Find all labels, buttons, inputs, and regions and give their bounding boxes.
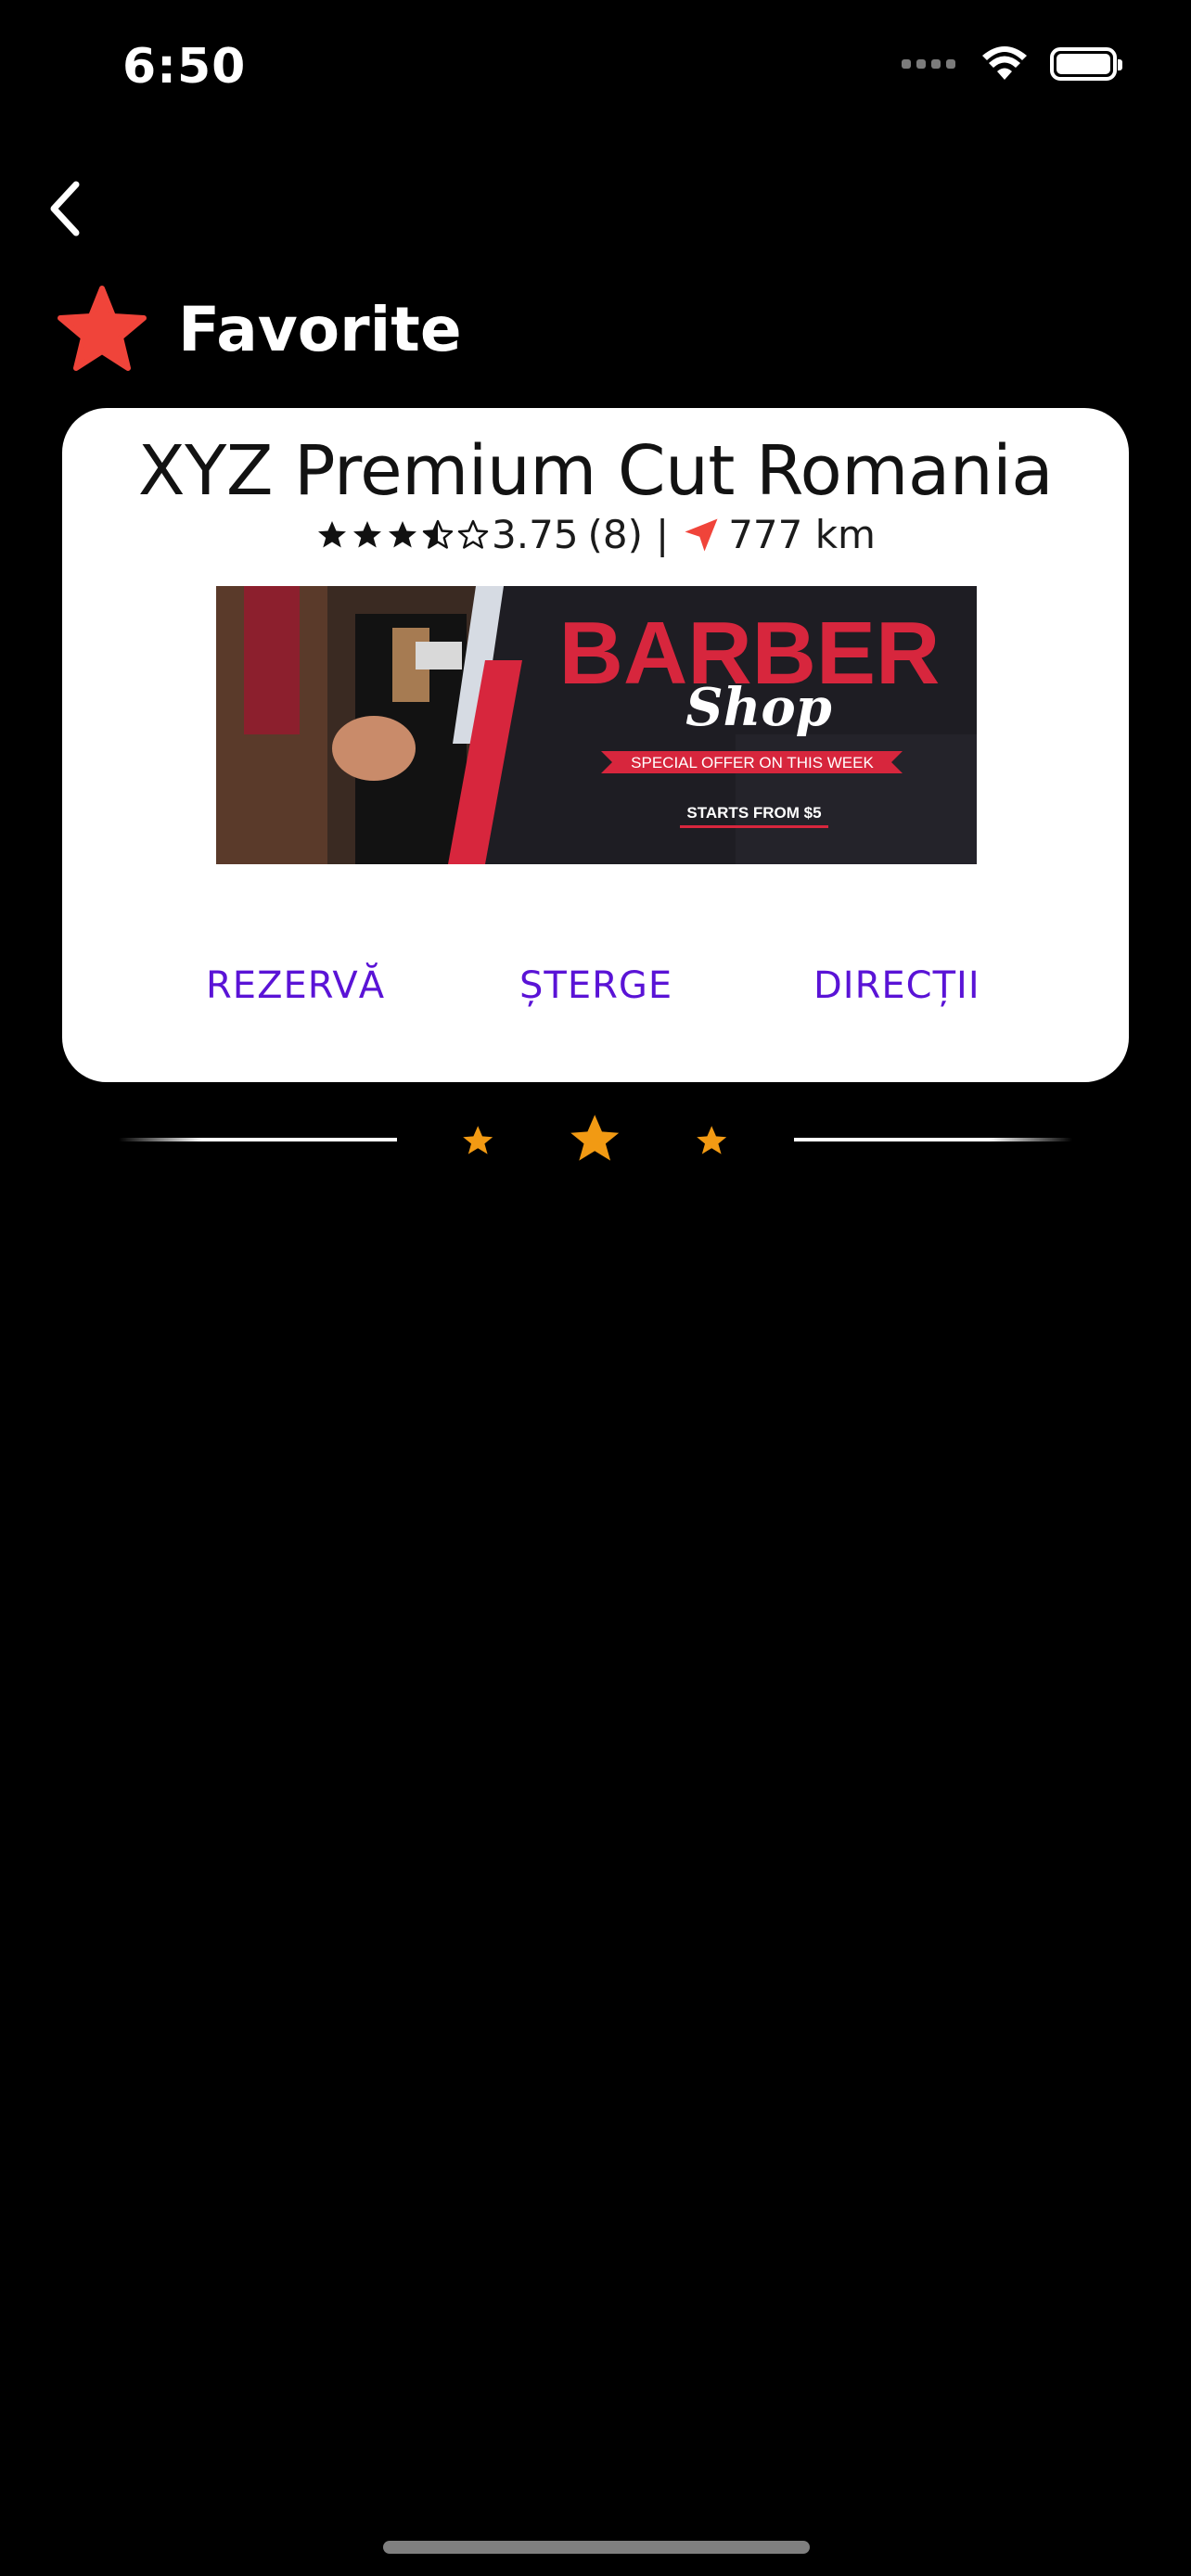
divider-star-small-icon: [697, 1126, 727, 1154]
meta-separator: |: [656, 512, 670, 557]
star-filled-icon: [389, 520, 417, 547]
delete-button[interactable]: ȘTERGE: [519, 964, 672, 1007]
directions-button[interactable]: DIRECȚII: [813, 964, 980, 1007]
signal-icon: [902, 59, 955, 69]
shop-banner-image: BARBER Shop SPECIAL OFFER ON THIS WEEK S…: [216, 586, 977, 864]
star-filled-icon: [353, 520, 382, 547]
wifi-icon: [982, 46, 1027, 80]
banner-ribbon: SPECIAL OFFER ON THIS WEEK: [631, 754, 874, 772]
rating-stars: [315, 518, 490, 552]
banner-script: Shop: [685, 677, 832, 738]
shop-meta: 3.75 (8) | 777 km: [62, 512, 1129, 557]
star-empty-icon: [457, 519, 489, 549]
page-header: Favorite: [56, 283, 462, 376]
favorite-card[interactable]: XYZ Premium Cut Romania 3.75 (8) | 777 k…: [62, 408, 1129, 1082]
back-button[interactable]: [37, 172, 93, 246]
status-time: 6:50: [122, 39, 247, 95]
decorative-divider: [119, 1108, 1072, 1173]
reserve-button[interactable]: REZERVĂ: [206, 964, 385, 1007]
star-half-icon: [422, 519, 454, 549]
page-title: Favorite: [178, 293, 462, 365]
divider-line-left: [119, 1138, 397, 1141]
distance: 777 km: [728, 512, 876, 557]
chevron-left-icon: [50, 181, 80, 236]
card-actions: REZERVĂ ȘTERGE DIRECȚII: [62, 964, 1129, 1029]
rating-value: 3.75: [492, 512, 579, 557]
divider-star-large-icon: [570, 1115, 620, 1161]
review-count: (8): [587, 512, 644, 557]
banner-footer: STARTS FROM $5: [686, 804, 821, 822]
battery-icon: [1050, 47, 1122, 81]
star-icon: [58, 286, 147, 371]
home-indicator[interactable]: [383, 2541, 810, 2554]
navigation-arrow-icon: [685, 518, 718, 551]
shop-name: XYZ Premium Cut Romania: [137, 431, 1054, 511]
status-icons: [902, 46, 1122, 82]
star-filled-icon: [318, 520, 347, 547]
divider-star-small-icon: [463, 1126, 493, 1154]
divider-line-right: [794, 1138, 1072, 1141]
